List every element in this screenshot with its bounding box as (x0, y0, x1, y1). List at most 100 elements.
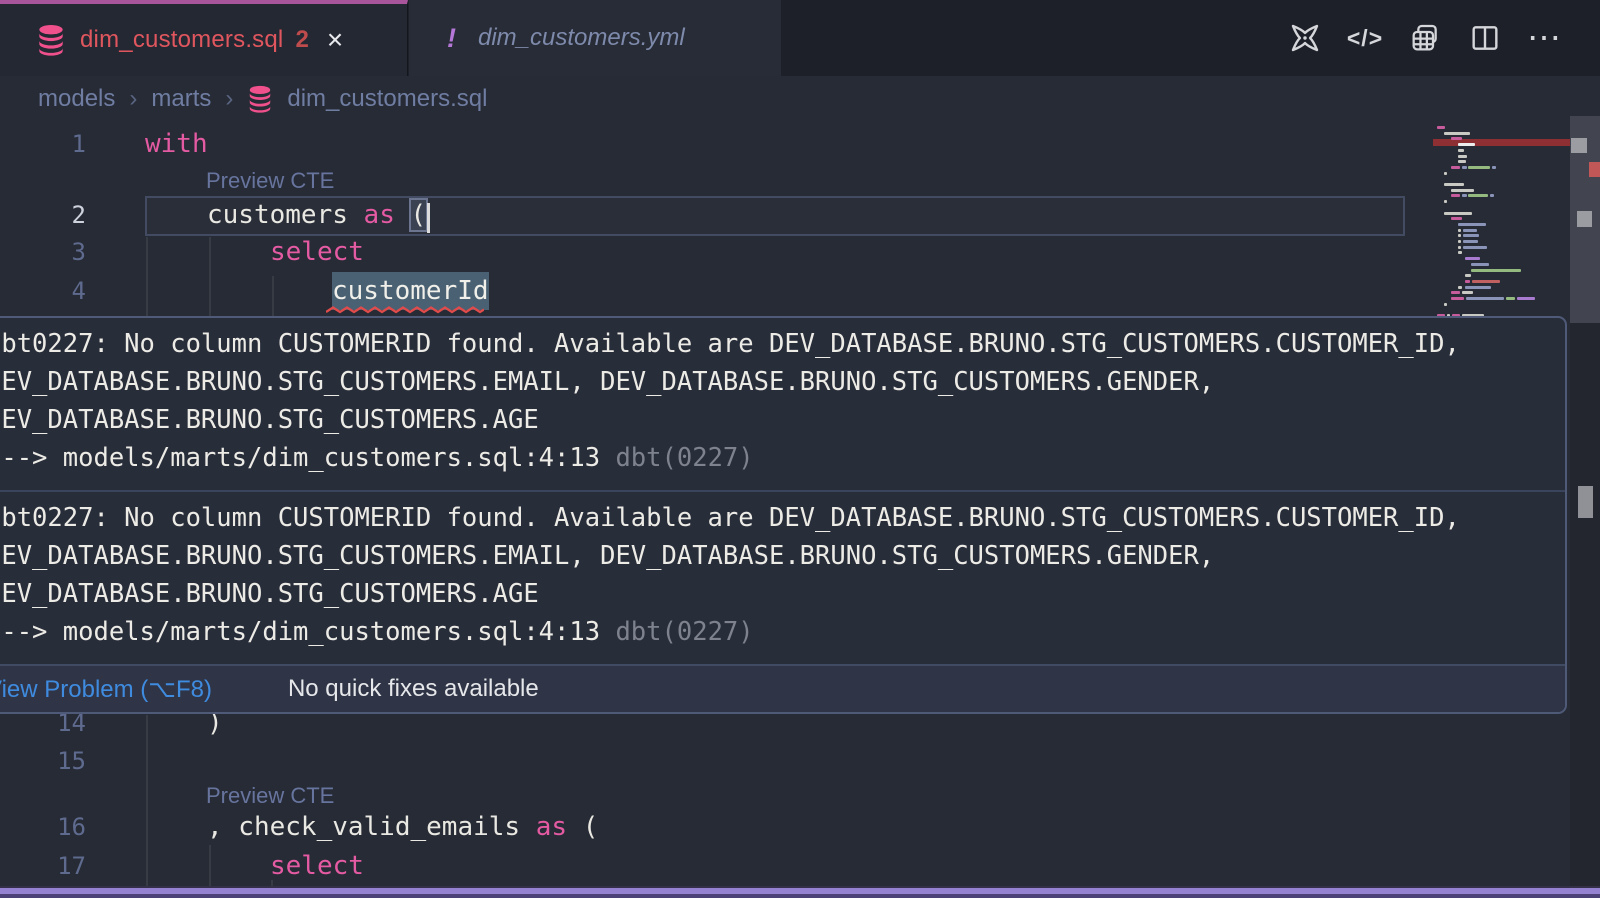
minimap-line (1458, 240, 1461, 243)
code-token: select (270, 847, 364, 885)
minimap-line (1437, 126, 1445, 129)
code-editor: 1 with Preview CTE 2 customers as ( 3 se… (0, 122, 1600, 898)
code-line-4[interactable]: 4 customerId (0, 272, 1400, 310)
minimap-line (1506, 297, 1515, 300)
editor-window: dim_customers.sql 2 × ! dim_customers.ym… (0, 0, 1600, 898)
error-text: DEV_DATABASE.BRUNO.STG_CUSTOMERS.EMAIL, … (0, 363, 1555, 401)
minimap-line (1444, 212, 1472, 215)
tab-dim-customers-yml[interactable]: ! dim_customers.yml (409, 0, 781, 76)
ruler-decoration (1571, 138, 1587, 153)
code-token-group: , check_valid_emails as ( (207, 808, 598, 846)
minimap-line (1458, 155, 1467, 158)
minimap-line (1458, 149, 1464, 152)
error-text: DEV_DATABASE.BRUNO.STG_CUSTOMERS.AGE (0, 575, 1555, 613)
code-line-2[interactable]: 2 customers as ( (0, 196, 1400, 234)
breadcrumb-models[interactable]: models (38, 85, 115, 113)
code-token: as (364, 200, 411, 230)
minimap-line (1451, 297, 1464, 300)
line-number: 2 (0, 196, 86, 234)
line-number: 16 (0, 808, 86, 846)
minimap-line (1458, 160, 1466, 163)
error-text: DEV_DATABASE.BRUNO.STG_CUSTOMERS.EMAIL, … (0, 537, 1555, 575)
minimap-line (1451, 166, 1460, 169)
bracket-match: ( (411, 200, 427, 230)
view-problem-link[interactable]: View Problem (⌥F8) (0, 675, 212, 704)
line-number: 15 (0, 742, 86, 780)
minimap-line (1462, 194, 1467, 197)
ruler-decoration (1578, 486, 1593, 518)
minimap-line (1458, 246, 1461, 249)
error-message-block: dbt0227: No column CUSTOMERID found. Ava… (0, 318, 1565, 490)
code-line-15[interactable]: 15 (0, 742, 1400, 780)
minimap-line (1463, 234, 1479, 237)
database-icon (36, 24, 66, 56)
error-text: DEV_DATABASE.BRUNO.STG_CUSTOMERS.AGE (0, 401, 1555, 439)
codelens-preview-cte[interactable]: Preview CTE (206, 164, 334, 198)
code-token-group: customers as ( (207, 196, 426, 234)
minimap-line (1465, 257, 1480, 260)
minimap-line (1517, 297, 1535, 300)
minimap-line (1472, 280, 1500, 283)
code-token: customers (207, 200, 364, 230)
minimap-line (1458, 251, 1462, 254)
minimap-line (1444, 303, 1447, 306)
minimap-line (1466, 297, 1504, 300)
query-results-icon[interactable] (1408, 21, 1442, 55)
minimap-line (1444, 172, 1447, 175)
code-line-3[interactable]: 3 select (0, 233, 1400, 271)
ruler-decoration (1577, 211, 1592, 227)
code-line-1[interactable]: 1 with (0, 125, 1400, 163)
code-token: select (270, 233, 364, 271)
minimap-line (1468, 166, 1490, 169)
database-icon (247, 85, 273, 113)
code-line-17[interactable]: 17 select (0, 847, 1400, 885)
editor-actions: </> ⋯ (1288, 0, 1562, 76)
code-token: with (145, 125, 208, 163)
minimap-line (1465, 274, 1471, 277)
minimap-line (1444, 200, 1447, 203)
error-file-path[interactable]: --> models/marts/dim_customers.sql:4:13 (0, 617, 615, 647)
more-actions-icon[interactable]: ⋯ (1528, 21, 1562, 55)
code-token: ( (567, 812, 598, 842)
code-token: as (536, 812, 567, 842)
error-file-path[interactable]: --> models/marts/dim_customers.sql:4:13 (0, 443, 615, 473)
popup-status-bar: View Problem (⌥F8) No quick fixes availa… (0, 664, 1565, 712)
breadcrumb-file[interactable]: dim_customers.sql (287, 85, 487, 113)
minimap-line (1458, 229, 1461, 232)
chevron-right-icon: › (225, 85, 233, 113)
code-token: , check_valid_emails (207, 812, 536, 842)
error-text: dbt0227: No column CUSTOMERID found. Ava… (0, 499, 1555, 537)
minimap-line (1451, 189, 1474, 192)
tab-label: dim_customers.sql (80, 26, 283, 54)
warning-icon: ! (447, 23, 456, 54)
dirty-count-badge: 2 (295, 26, 308, 54)
error-source-code: dbt(0227) (615, 617, 753, 647)
dbt-icon[interactable] (1288, 21, 1322, 55)
minimap-error-line (1433, 139, 1570, 146)
error-source-code: dbt(0227) (615, 443, 753, 473)
split-editor-icon[interactable] (1468, 21, 1502, 55)
window-bottom-border (0, 886, 1600, 898)
minimap-line (1468, 194, 1488, 197)
error-squiggle (326, 306, 484, 314)
minimap-line (1444, 183, 1464, 186)
minimap-line (1492, 166, 1496, 169)
code-icon[interactable]: </> (1348, 21, 1382, 55)
minimap-line (1490, 194, 1494, 197)
tab-dim-customers-sql[interactable]: dim_customers.sql 2 × (0, 0, 408, 76)
minimap-line (1458, 223, 1486, 226)
minimap-line (1471, 269, 1521, 272)
minimap-line (1458, 234, 1461, 237)
close-tab-icon[interactable]: × (327, 26, 343, 54)
chevron-right-icon: › (129, 85, 137, 113)
breadcrumb: models › marts › dim_customers.sql (0, 76, 1600, 122)
minimap-line (1451, 291, 1460, 294)
breadcrumb-marts[interactable]: marts (151, 85, 211, 113)
error-location: --> models/marts/dim_customers.sql:4:13 … (0, 439, 1555, 477)
error-text: dbt0227: No column CUSTOMERID found. Ava… (0, 325, 1555, 363)
error-word[interactable]: customerId (332, 272, 489, 310)
error-hover-popup: dbt0227: No column CUSTOMERID found. Ava… (0, 316, 1567, 714)
minimap-line (1462, 166, 1467, 169)
minimap-line (1451, 194, 1460, 197)
code-line-16[interactable]: 16 , check_valid_emails as ( (0, 808, 1400, 846)
